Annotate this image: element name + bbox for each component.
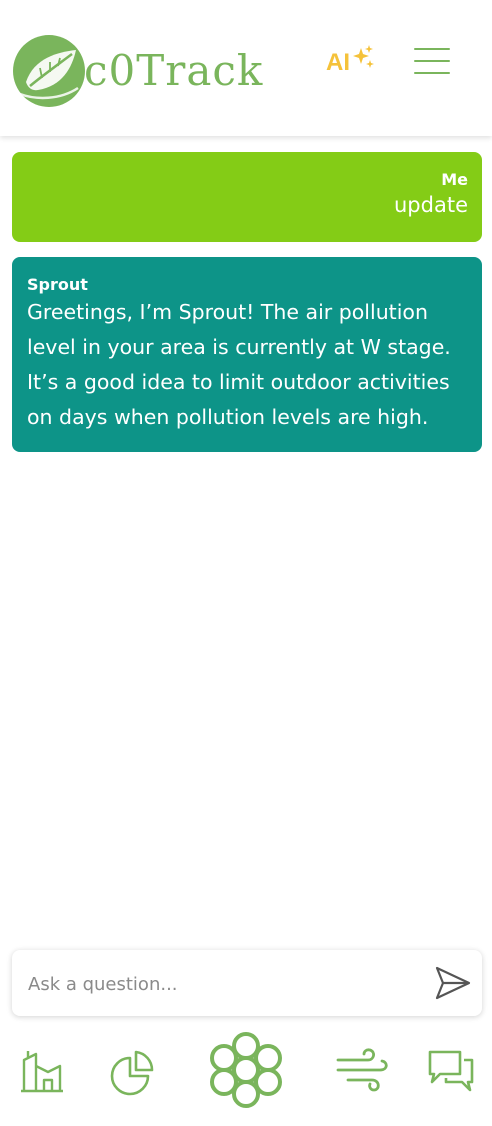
nav-air-quality[interactable]	[334, 1046, 390, 1094]
menu-button[interactable]	[412, 46, 452, 78]
chat-page: c0Track AI Me update Sprout Greetings, I…	[0, 0, 492, 1126]
app-logo[interactable]: c0Track	[12, 33, 264, 109]
message-sender: Me	[441, 170, 468, 189]
message-text: Greetings, I’m Sprout! The air pollution…	[27, 300, 451, 429]
app-logo-text: c0Track	[84, 46, 264, 95]
home-icon	[21, 1051, 63, 1093]
nav-statistics[interactable]	[108, 1048, 156, 1096]
message-sender: Sprout	[27, 275, 88, 294]
sparkles-icon	[353, 45, 374, 68]
header: c0Track AI	[0, 0, 492, 136]
bottom-nav	[0, 1030, 492, 1126]
wind-icon	[336, 1048, 388, 1092]
ai-button[interactable]: AI	[326, 42, 378, 78]
ai-label: AI	[326, 49, 350, 76]
flower-icon	[210, 1032, 282, 1108]
question-input[interactable]	[26, 964, 420, 1004]
question-input-bar	[12, 950, 482, 1016]
nav-home[interactable]	[18, 1046, 66, 1094]
leaf-logo-icon	[13, 35, 85, 107]
send-icon	[435, 966, 471, 1000]
user-message-bubble: Me update	[12, 152, 482, 242]
message-text: update	[394, 193, 468, 217]
nav-home-center[interactable]	[202, 1032, 290, 1108]
send-button[interactable]	[432, 962, 474, 1004]
assistant-message-bubble: Sprout Greetings, I’m Sprout! The air po…	[12, 257, 482, 452]
chat-icon	[428, 1050, 474, 1092]
pie-chart-icon	[110, 1050, 154, 1096]
nav-chat[interactable]	[426, 1046, 476, 1094]
